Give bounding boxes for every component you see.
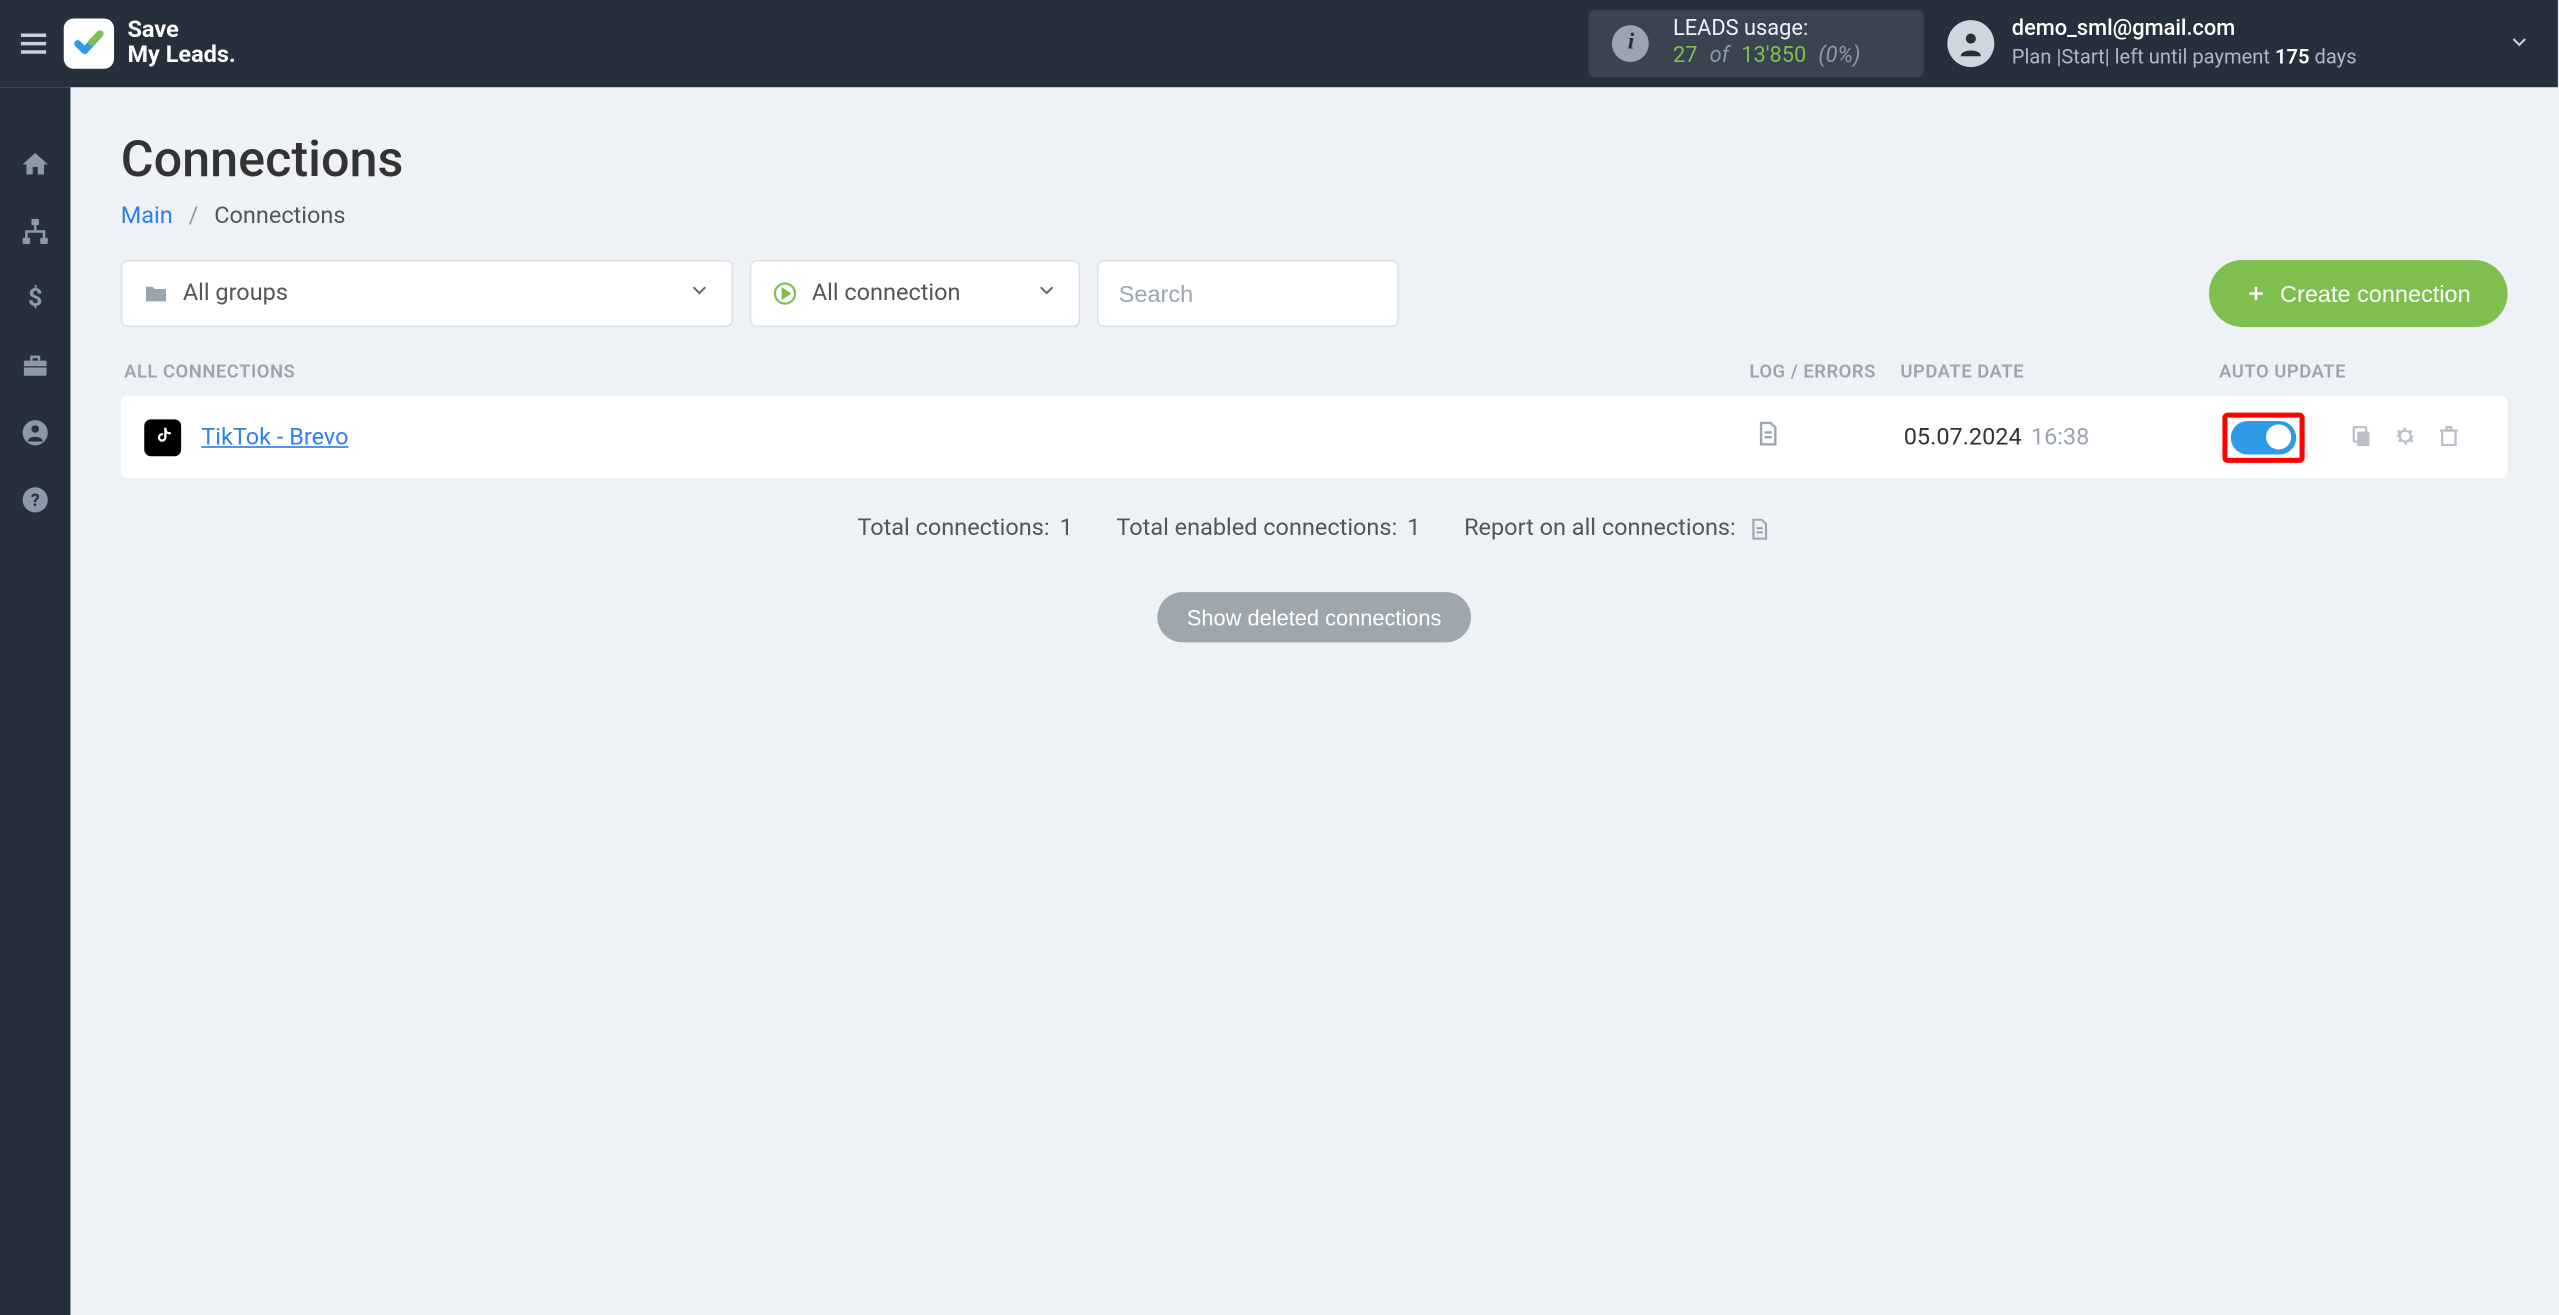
user-plan: Plan |Start| left until payment 175 days bbox=[2012, 45, 2357, 70]
th-update-date: UPDATE DATE bbox=[1900, 361, 2219, 383]
report-all-connections[interactable]: Report on all connections: bbox=[1464, 515, 1771, 542]
total-connections: Total connections: 1 bbox=[857, 515, 1072, 542]
th-all-connections: ALL CONNECTIONS bbox=[124, 361, 1749, 383]
tiktok-icon bbox=[144, 418, 181, 455]
sidebar-item-briefcase[interactable] bbox=[0, 332, 70, 399]
leads-usage-panel[interactable]: i LEADS usage: 27 of 13'850 (0%) bbox=[1589, 10, 1924, 77]
hamburger-menu-button[interactable] bbox=[10, 20, 57, 67]
highlight-box bbox=[2222, 412, 2304, 462]
table-header: ALL CONNECTIONS LOG / ERRORS UPDATE DATE… bbox=[121, 361, 2508, 396]
sidebar-item-connections[interactable] bbox=[0, 198, 70, 265]
usage-total: 13'850 bbox=[1741, 44, 1806, 69]
folder-icon bbox=[143, 280, 170, 307]
user-menu[interactable]: demo_sml@gmail.com Plan |Start| left unt… bbox=[1948, 17, 2531, 69]
update-date-cell: 05.07.2024 16:38 bbox=[1904, 424, 2223, 451]
chevron-down-icon bbox=[688, 278, 711, 308]
svg-text:$: $ bbox=[28, 284, 42, 313]
th-auto-update: AUTO UPDATE bbox=[2219, 361, 2504, 383]
brand-line2: My Leads. bbox=[127, 44, 235, 69]
gear-icon[interactable] bbox=[2392, 422, 2422, 452]
create-connection-button[interactable]: Create connection bbox=[2210, 260, 2508, 327]
table-row: TikTok - Brevo 05.07.2024 16:38 bbox=[121, 396, 2508, 478]
play-circle-icon bbox=[772, 280, 799, 307]
usage-of: of bbox=[1710, 44, 1729, 69]
brand-logo[interactable]: Save My Leads. bbox=[64, 18, 236, 68]
log-icon[interactable] bbox=[1753, 419, 1782, 454]
chevron-down-icon bbox=[2508, 28, 2531, 60]
stats-row: Total connections: 1 Total enabled conne… bbox=[121, 515, 2508, 542]
user-email: demo_sml@gmail.com bbox=[2012, 17, 2357, 44]
plus-icon bbox=[2247, 283, 2267, 303]
trash-icon[interactable] bbox=[2435, 422, 2465, 452]
update-time: 16:38 bbox=[2031, 424, 2089, 451]
sidebar-item-billing[interactable]: $ bbox=[0, 265, 70, 332]
svg-text:?: ? bbox=[31, 491, 40, 511]
conn-select-label: All connection bbox=[812, 280, 961, 307]
search-input[interactable] bbox=[1097, 260, 1399, 327]
group-select-label: All groups bbox=[183, 280, 288, 307]
total-enabled-connections: Total enabled connections: 1 bbox=[1116, 515, 1420, 542]
user-avatar-icon bbox=[1948, 20, 1995, 67]
usage-pct: (0%) bbox=[1818, 44, 1860, 69]
topbar: Save My Leads. i LEADS usage: 27 of 13'8… bbox=[0, 0, 2558, 87]
sidebar: $ ? bbox=[0, 87, 70, 1315]
breadcrumb-current: Connections bbox=[214, 203, 345, 230]
brand-text: Save My Leads. bbox=[127, 19, 235, 68]
filters-row: All groups All connection Create connect… bbox=[121, 260, 2508, 327]
logo-icon bbox=[64, 18, 114, 68]
row-actions bbox=[2348, 422, 2465, 452]
breadcrumb-sep: / bbox=[189, 203, 199, 230]
usage-text: LEADS usage: 27 of 13'850 (0%) bbox=[1673, 17, 1860, 69]
group-select[interactable]: All groups bbox=[121, 260, 733, 327]
usage-used: 27 bbox=[1673, 44, 1698, 69]
breadcrumb: Main / Connections bbox=[121, 203, 2508, 230]
breadcrumb-main-link[interactable]: Main bbox=[121, 203, 173, 230]
sidebar-item-help[interactable]: ? bbox=[0, 466, 70, 533]
usage-label: LEADS usage: bbox=[1673, 17, 1860, 43]
copy-icon[interactable] bbox=[2348, 422, 2378, 452]
auto-update-toggle[interactable] bbox=[2231, 420, 2296, 454]
sidebar-item-profile[interactable] bbox=[0, 399, 70, 466]
th-log-errors: LOG / ERRORS bbox=[1749, 361, 1900, 383]
connection-link[interactable]: TikTok - Brevo bbox=[201, 424, 348, 451]
create-connection-label: Create connection bbox=[2280, 280, 2471, 307]
document-icon bbox=[1746, 516, 1771, 541]
update-date: 05.07.2024 bbox=[1904, 424, 2022, 451]
main-content: Connections Main / Connections All group… bbox=[70, 87, 2557, 1315]
info-icon: i bbox=[1613, 25, 1650, 62]
page-title: Connections bbox=[121, 131, 2508, 190]
show-deleted-button[interactable]: Show deleted connections bbox=[1157, 592, 1472, 642]
chevron-down-icon bbox=[1035, 278, 1058, 308]
connection-status-select[interactable]: All connection bbox=[750, 260, 1080, 327]
user-info: demo_sml@gmail.com Plan |Start| left unt… bbox=[2012, 17, 2357, 69]
sidebar-item-home[interactable] bbox=[0, 131, 70, 198]
brand-line1: Save bbox=[127, 17, 178, 44]
